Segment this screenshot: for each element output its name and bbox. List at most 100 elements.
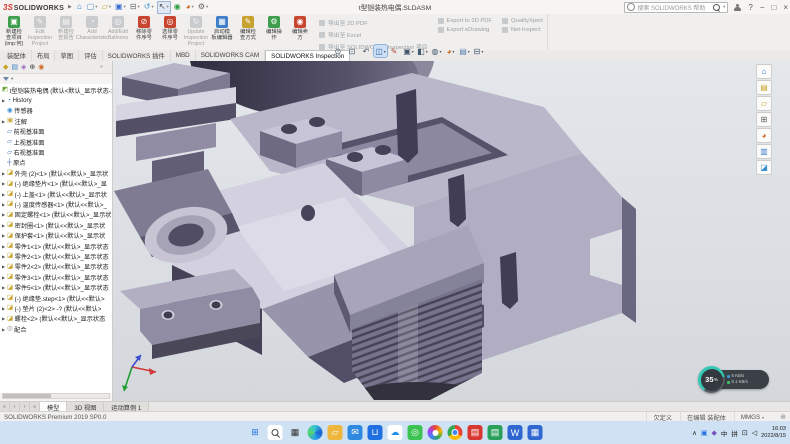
quick-access-button[interactable]: ↖ ▾ (157, 1, 171, 14)
taskbar-app-icon[interactable] (308, 425, 323, 440)
ribbon-button[interactable]: ↻ Update Inspection Project (183, 14, 209, 50)
taskbar-app-icon[interactable]: ▱ (328, 425, 343, 440)
model-lower-boss[interactable] (120, 269, 260, 359)
tree-item[interactable]: ▶ ◪ 零件1<1> (默认<<默认>_显示状态 (0, 241, 112, 251)
quality-menu-item[interactable]: Net-Inspect (502, 27, 543, 33)
tree-item[interactable]: ◉ 传感器 (0, 106, 112, 116)
menu-expander-icon[interactable]: ▶ (68, 4, 72, 10)
taskbar-app-icon[interactable]: ✉ (348, 425, 363, 440)
model-flange-stack[interactable] (116, 63, 236, 187)
tree-item[interactable]: ▶ ◪ 保护套<1> (默认<<默认>_显示状 (0, 230, 112, 240)
tree-horizontal-scrollbar[interactable] (2, 393, 110, 399)
manager-tab-icon[interactable]: ◈ (21, 63, 26, 71)
minimize-button[interactable]: − (760, 3, 765, 12)
ime-language-indicator[interactable]: 中 (721, 428, 728, 438)
quick-access-button[interactable]: ⚙ ▾ (197, 2, 209, 13)
export-menu-item[interactable]: Export eDrawing (438, 27, 492, 33)
status-globe-icon[interactable]: ⊕ (780, 413, 786, 421)
taskbar-app-icon[interactable]: W (508, 425, 523, 440)
hud-tool-button[interactable]: ◍ ▾ (430, 45, 443, 57)
tree-item[interactable]: ▶ ◪ 螺栓<2> (默认<<默认>_显示状态 (0, 314, 112, 324)
tree-item[interactable]: ▶ ◎ 配合 (0, 324, 112, 334)
manager-tab-icon[interactable]: ▤ (11, 63, 18, 71)
ribbon-tab[interactable]: SOLIDWORKS CAM (196, 50, 265, 61)
volume-tray-icon[interactable]: ◁ (752, 429, 757, 437)
hud-tool-button[interactable]: ◕ ▾ (444, 45, 457, 57)
tree-item[interactable]: ▶ ◪ 固定螺栓<1> (默认<<默认>_显示状 (0, 210, 112, 220)
taskbar-app-icon[interactable] (428, 425, 443, 440)
tree-item[interactable]: ▶ ▣ 注解 (0, 116, 112, 126)
ribbon-tab[interactable]: 评估 (79, 50, 103, 61)
ribbon-button[interactable]: ✎ 编辑检 查方式 (235, 14, 261, 50)
tree-item[interactable]: ▶ ◪ 零件3<1> (默认<<默认>_显示状态 (0, 272, 112, 282)
tree-item[interactable]: ▱ 前视基准面 (0, 127, 112, 137)
quick-access-button[interactable]: ⊟ ▾ (129, 2, 141, 13)
hud-tool-button[interactable]: ▣ ▾ (402, 45, 415, 57)
hud-tool-button[interactable]: ⊙ (332, 45, 345, 57)
cloud-tray-icon[interactable]: ▣ (701, 429, 708, 437)
display-tray-icon[interactable]: ⊡ (742, 429, 748, 437)
restore-button[interactable]: □ (771, 3, 776, 12)
taskbar-app-icon[interactable]: ▤ (468, 425, 483, 440)
quick-access-button[interactable]: ↺ ▾ (143, 2, 155, 13)
ribbon-button[interactable]: ▦ 启动模 板编辑器 (209, 14, 235, 50)
ribbon-tab[interactable]: SOLIDWORKS 插件 (103, 50, 171, 61)
task-pane-tab[interactable]: ◕ (756, 128, 772, 143)
taskbar-app-icon[interactable]: ◎ (408, 425, 423, 440)
tree-item[interactable]: ┼ 原点 (0, 158, 112, 168)
taskbar-app-icon[interactable]: ▦ (288, 425, 303, 440)
manager-tab-icon[interactable]: ⊕ (29, 63, 35, 71)
hud-tool-button[interactable]: ◧ ▾ (416, 45, 429, 57)
graphics-viewport[interactable] (112, 61, 790, 401)
ime-mode-indicator[interactable]: 拼 (731, 428, 738, 438)
quick-access-button[interactable]: ▢ ▾ (86, 2, 99, 13)
hud-tool-button[interactable]: ▤ ▾ (458, 45, 471, 57)
ribbon-button[interactable]: ⚙ 编辑操 作 (261, 14, 287, 50)
ribbon-tab[interactable]: 装配体 (2, 50, 32, 61)
hud-tool-button[interactable]: ↶ (360, 45, 373, 57)
close-button[interactable]: × (783, 3, 788, 12)
assembly-model-canvas[interactable] (112, 61, 790, 401)
units-caret-icon[interactable]: ▾ (762, 415, 764, 420)
tray-chevron-icon[interactable]: ∧ (692, 429, 697, 437)
ribbon-button[interactable]: ◎ 选择零 件序号 (157, 14, 183, 50)
task-pane-tab[interactable]: ▤ (756, 80, 772, 95)
ribbon-tab[interactable]: MBD (171, 50, 196, 61)
hud-tool-button[interactable]: ⊟ ▾ (472, 45, 485, 57)
manager-tab-icon[interactable]: ◉ (38, 63, 44, 71)
tree-item[interactable]: ▶ ◪ (-) 上盖<1> (默认<<默认>_显示状 (0, 189, 112, 199)
quick-access-button[interactable]: ◉ (173, 2, 183, 13)
ribbon-button[interactable]: ⊘ 移除零 件序号 (131, 14, 157, 50)
taskbar-app-icon[interactable]: ⊞ (248, 425, 263, 440)
hud-tool-button[interactable]: ◫ ▾ (374, 45, 387, 57)
tree-item[interactable]: ▱ 上视基准面 (0, 137, 112, 147)
task-pane-tab[interactable]: ⊞ (756, 112, 772, 127)
tree-item[interactable]: ▶ ◪ 零件2<1> (默认<<默认>_显示状态 (0, 251, 112, 261)
ribbon-tab[interactable]: 布局 (32, 50, 56, 61)
tree-item[interactable]: ▶ ◪ (-) 绝缘垫片<1> (默认<<默认>_显 (0, 179, 112, 189)
taskbar-app-icon[interactable]: ⊔ (368, 425, 383, 440)
clock[interactable]: 16:03 2022/8/15 (761, 426, 786, 439)
manager-tab-overflow-icon[interactable]: » (100, 64, 103, 70)
tree-item[interactable]: ▱ 右视基准面 (0, 147, 112, 157)
tree-item[interactable]: ▶ ◔ History (0, 95, 112, 105)
scrollbar-thumb[interactable] (3, 394, 51, 398)
search-magnifier-icon[interactable] (713, 4, 720, 11)
ribbon-button[interactable]: ◔ Add Characteristic (79, 14, 105, 50)
tree-item[interactable]: ▶ ◪ (-) 温度传感器<1> (默认<<默认>_ (0, 199, 112, 209)
quick-access-button[interactable]: ◕ ▾ (185, 2, 195, 13)
export-menu-item[interactable]: Export to 3D PDF (438, 18, 492, 24)
task-pane-tab[interactable]: ▥ (756, 144, 772, 159)
task-pane-tab[interactable]: ▱ (756, 96, 772, 111)
help-button[interactable]: ? (748, 3, 752, 12)
taskbar-app-icon[interactable]: ▦ (528, 425, 543, 440)
taskbar-app-icon[interactable]: ☁ (388, 425, 403, 440)
taskbar-app-icon[interactable] (268, 425, 283, 440)
tree-item[interactable]: ▶ ◪ 零件2<2> (默认<<默认>_显示状态 (0, 262, 112, 272)
tree-item[interactable]: ▶ ◪ 外壳 (2)<1> (默认<<默认>_显示状 (0, 168, 112, 178)
help-search-box[interactable]: 搜索 SOLIDWORKS 帮助 ▾ (624, 2, 728, 13)
ribbon-button[interactable]: ▣ 新建检 查项目 (imp:何) (1, 14, 27, 50)
tree-item[interactable]: ▶ ◪ 密封圈<1> (默认<<默认>_显示状 (0, 220, 112, 230)
ribbon-tab[interactable]: 草图 (55, 50, 79, 61)
tree-root-item[interactable]: ◩ t型铠装热电偶 (默认<默认_显示状态-1> (0, 85, 112, 95)
